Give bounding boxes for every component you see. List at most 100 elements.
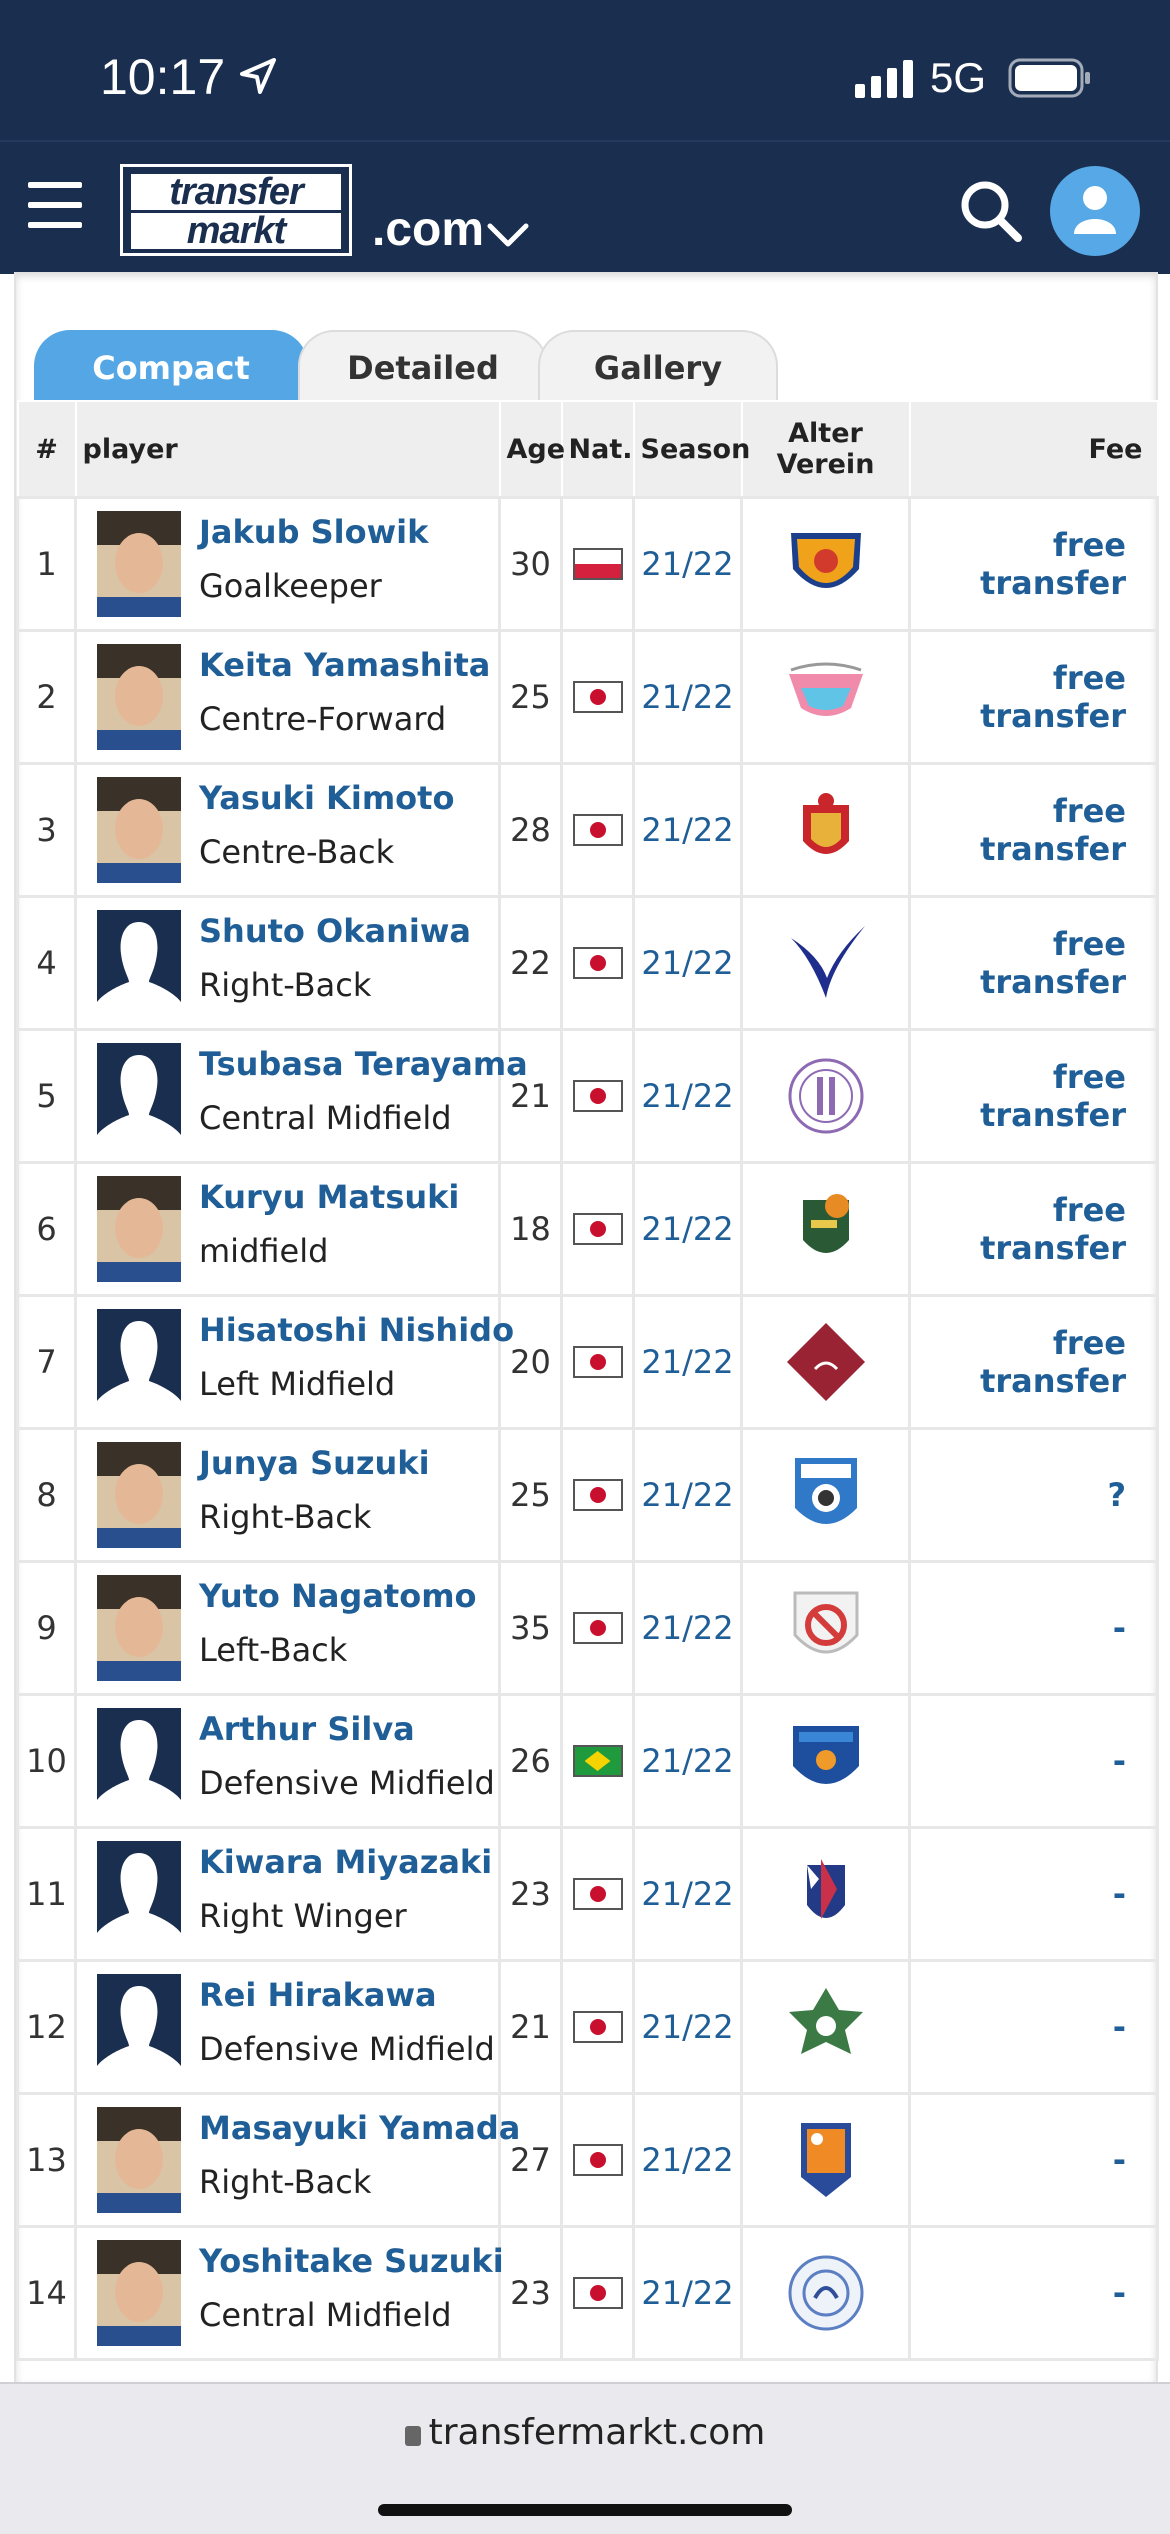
season-link[interactable]: 21/22 (632, 1427, 743, 1563)
player-name-link[interactable]: Tsubasa Terayama (199, 1045, 528, 1083)
transfer-fee[interactable]: - (908, 1560, 1159, 1696)
col-nat[interactable]: Nat. (560, 400, 635, 499)
player-name-link[interactable]: Shuto Okaniwa (199, 912, 471, 950)
flag-icon[interactable] (572, 947, 623, 979)
player-photo[interactable] (97, 1043, 181, 1149)
club-crest-icon[interactable] (781, 1849, 871, 1939)
transfer-fee[interactable]: - (908, 2225, 1159, 2361)
player-photo[interactable] (97, 1309, 181, 1415)
player-photo[interactable] (97, 2240, 181, 2346)
flag-icon[interactable] (572, 1612, 623, 1644)
table-row[interactable]: 9 Yuto Nagatomo Left-Back 35 21/22 - (16, 1560, 1159, 1696)
club-crest-icon[interactable] (781, 1450, 871, 1540)
table-row[interactable]: 5 Tsubasa Terayama Central Midfield 21 21/22… (16, 1028, 1159, 1164)
season-link[interactable]: 21/22 (632, 762, 743, 898)
transfer-fee[interactable]: - (908, 2092, 1159, 2228)
season-link[interactable]: 21/22 (632, 1693, 743, 1829)
search-icon[interactable] (958, 178, 1024, 244)
col-num[interactable]: # (16, 400, 77, 499)
player-photo[interactable] (97, 644, 181, 750)
player-name-link[interactable]: Yoshitake Suzuki (199, 2242, 504, 2280)
season-link[interactable]: 21/22 (632, 496, 743, 632)
player-name-link[interactable]: Hisatoshi Nishido (199, 1311, 514, 1349)
flag-icon[interactable] (572, 681, 623, 713)
table-row[interactable]: 12 Rei Hirakawa Defensive Midfield 21 21/22 - (16, 1959, 1159, 2095)
player-photo[interactable] (97, 910, 181, 1016)
player-photo[interactable] (97, 1708, 181, 1814)
transfer-fee[interactable]: free transfer (908, 629, 1159, 765)
table-row[interactable]: 6 Kuryu Matsuki midfield 18 21/22 free transf… (16, 1161, 1159, 1297)
season-link[interactable]: 21/22 (632, 1560, 743, 1696)
player-name-link[interactable]: Jakub Slowik (199, 513, 428, 551)
table-row[interactable]: 8 Junya Suzuki Right-Back 25 21/22? (16, 1427, 1159, 1563)
table-row[interactable]: 2 Keita Yamashita Centre-Forward 25 21/22 fre… (16, 629, 1159, 765)
club-crest-icon[interactable] (781, 1583, 871, 1673)
flag-icon[interactable] (572, 2011, 623, 2043)
tab-detailed[interactable]: Detailed (298, 330, 548, 402)
club-crest-icon[interactable] (781, 1317, 871, 1407)
player-photo[interactable] (97, 777, 181, 883)
season-link[interactable]: 21/22 (632, 1028, 743, 1164)
tab-gallery[interactable]: Gallery (538, 330, 778, 402)
player-photo[interactable] (97, 2107, 181, 2213)
club-crest-icon[interactable] (781, 2115, 871, 2205)
player-photo[interactable] (97, 1442, 181, 1548)
club-crest-icon[interactable] (781, 1184, 871, 1274)
season-link[interactable]: 21/22 (632, 895, 743, 1031)
transfer-fee[interactable]: free transfer (908, 895, 1159, 1031)
transfer-fee[interactable]: free transfer (908, 1161, 1159, 1297)
season-link[interactable]: 21/22 (632, 2092, 743, 2228)
transfer-fee[interactable]: - (908, 1826, 1159, 1962)
flag-icon[interactable] (572, 2277, 623, 2309)
player-photo[interactable] (97, 1974, 181, 2080)
season-link[interactable]: 21/22 (632, 629, 743, 765)
menu-icon[interactable] (28, 182, 82, 232)
club-crest-icon[interactable] (781, 652, 871, 742)
table-row[interactable]: 7 Hisatoshi Nishido Left Midfield 20 21/22 fr… (16, 1294, 1159, 1430)
club-crest-icon[interactable] (781, 1051, 871, 1141)
table-row[interactable]: 13 Masayuki Yamada Right-Back 27 21/22- (16, 2092, 1159, 2228)
address-bar[interactable]: transfermarkt.com (0, 2412, 1170, 2453)
club-crest-icon[interactable] (781, 1982, 871, 2072)
table-row[interactable]: 14 Yoshitake Suzuki Central Midfield 23 21/2… (16, 2225, 1159, 2361)
season-link[interactable]: 21/22 (632, 2225, 743, 2361)
player-photo[interactable] (97, 511, 181, 617)
player-name-link[interactable]: Rei Hirakawa (199, 1976, 437, 2014)
user-account-button[interactable] (1050, 166, 1140, 256)
player-name-link[interactable]: Kuryu Matsuki (199, 1178, 459, 1216)
flag-icon[interactable] (572, 1479, 623, 1511)
club-crest-icon[interactable] (781, 2248, 871, 2338)
table-row[interactable]: 11 Kiwara Miyazaki Right Winger 23 21/22 - (16, 1826, 1159, 1962)
flag-icon[interactable] (572, 1080, 623, 1112)
club-crest-icon[interactable] (781, 918, 871, 1008)
transfer-fee[interactable]: - (908, 1693, 1159, 1829)
table-row[interactable]: 3 Yasuki Kimoto Centre-Back 28 21/22 free tra… (16, 762, 1159, 898)
col-player[interactable]: player (74, 400, 501, 499)
tab-compact[interactable]: Compact (34, 330, 308, 402)
player-name-link[interactable]: Yuto Nagatomo (199, 1577, 477, 1615)
table-row[interactable]: 10 Arthur Silva Defensive Midfield 26 21/22 - (16, 1693, 1159, 1829)
chevron-down-icon[interactable] (486, 220, 530, 250)
flag-icon[interactable] (572, 1213, 623, 1245)
season-link[interactable]: 21/22 (632, 1826, 743, 1962)
season-link[interactable]: 21/22 (632, 1959, 743, 2095)
flag-icon[interactable] (572, 548, 623, 580)
transfer-fee[interactable]: free transfer (908, 496, 1159, 632)
player-photo[interactable] (97, 1841, 181, 1947)
flag-icon[interactable] (572, 1745, 623, 1777)
table-row[interactable]: 4 Shuto Okaniwa Right-Back 22 21/22 free tran… (16, 895, 1159, 1031)
player-name-link[interactable]: Kiwara Miyazaki (199, 1843, 492, 1881)
player-name-link[interactable]: Arthur Silva (199, 1710, 415, 1748)
transfer-fee[interactable]: free transfer (908, 1028, 1159, 1164)
domain-selector-label[interactable]: .com (372, 202, 484, 257)
home-indicator[interactable] (378, 2504, 792, 2516)
player-name-link[interactable]: Keita Yamashita (199, 646, 490, 684)
col-age[interactable]: Age (498, 400, 565, 499)
club-crest-icon[interactable] (781, 1716, 871, 1806)
transfer-fee[interactable]: - (908, 1959, 1159, 2095)
table-row[interactable]: 1 Jakub Slowik Goalkeeper 30 21/22 free trans… (16, 496, 1159, 632)
club-crest-icon[interactable] (781, 519, 871, 609)
flag-icon[interactable] (572, 1346, 623, 1378)
col-season[interactable]: Season (632, 400, 750, 499)
season-link[interactable]: 21/22 (632, 1294, 743, 1430)
